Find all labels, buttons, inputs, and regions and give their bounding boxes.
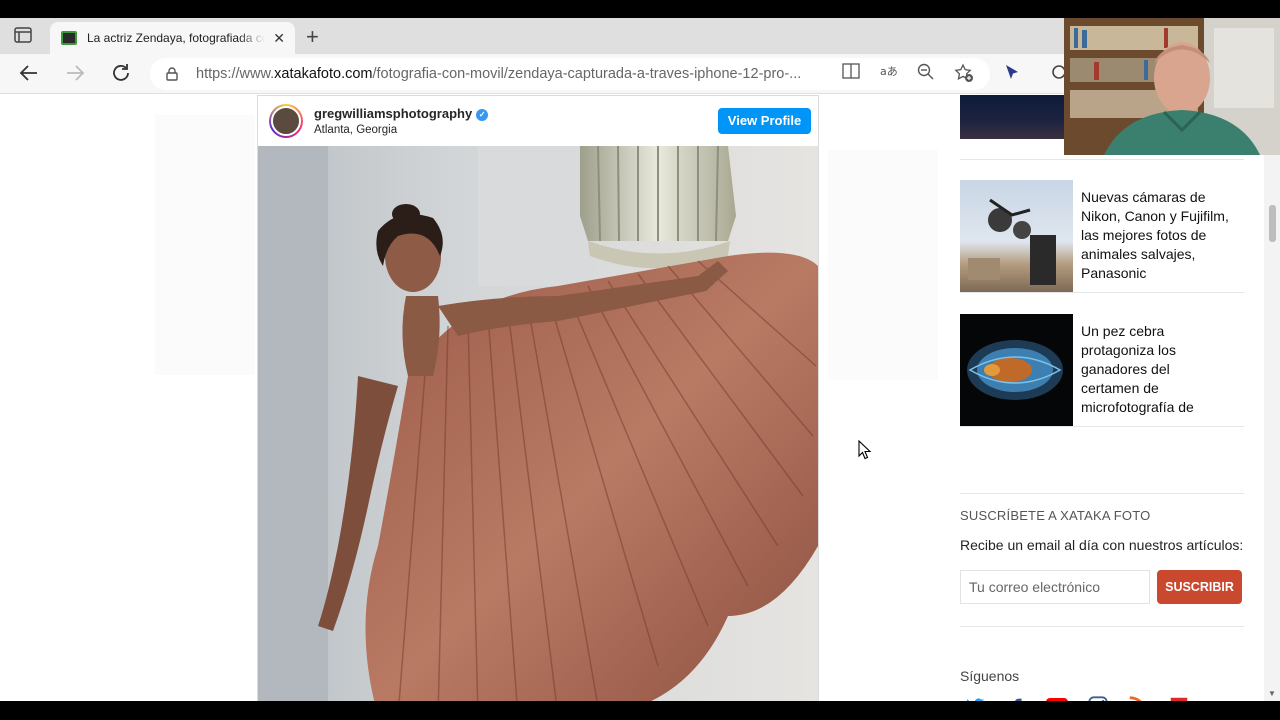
instagram-embed: gregwilliamsphotography ✓ Atlanta, Georgi… bbox=[257, 95, 819, 701]
back-icon[interactable] bbox=[17, 62, 41, 86]
tab-actions-icon[interactable] bbox=[14, 27, 36, 45]
reader-view-icon[interactable] bbox=[840, 63, 862, 85]
scroll-down-icon[interactable]: ▼ bbox=[1268, 689, 1276, 698]
add-favorite-icon[interactable] bbox=[953, 63, 975, 85]
tab-close-icon[interactable]: ✕ bbox=[273, 30, 285, 47]
instagram-header: gregwilliamsphotography ✓ Atlanta, Georgi… bbox=[258, 96, 818, 146]
subscribe-description: Recibe un email al día con nuestros artí… bbox=[960, 537, 1244, 553]
background-ad-area-right bbox=[828, 150, 938, 380]
mouse-cursor-icon bbox=[858, 439, 872, 460]
rss-icon[interactable] bbox=[1127, 695, 1149, 701]
view-profile-button[interactable]: View Profile bbox=[718, 108, 811, 134]
scroll-thumb[interactable] bbox=[1269, 205, 1276, 242]
youtube-icon[interactable] bbox=[1045, 695, 1069, 701]
extension-pointer-icon[interactable] bbox=[1001, 63, 1023, 85]
active-tab[interactable]: La actriz Zendaya, fotografiada con un i… bbox=[50, 22, 295, 54]
refresh-icon[interactable] bbox=[109, 62, 133, 86]
divider bbox=[960, 292, 1244, 293]
subscribe-button[interactable]: SUSCRIBIR bbox=[1157, 570, 1242, 604]
divider bbox=[960, 626, 1244, 627]
divider bbox=[960, 426, 1244, 427]
article-title[interactable]: Un pez cebra protagoniza los ganadores d… bbox=[1081, 322, 1231, 417]
translate-icon[interactable]: aあ bbox=[878, 63, 900, 85]
tab-title: La actriz Zendaya, fotografiada con un i… bbox=[87, 31, 265, 45]
subscribe-heading: SUSCRÍBETE A XATAKA FOTO bbox=[960, 508, 1151, 523]
zoom-out-icon[interactable] bbox=[915, 63, 937, 85]
divider bbox=[960, 493, 1244, 494]
instagram-photo[interactable] bbox=[258, 146, 818, 701]
verified-badge-icon: ✓ bbox=[476, 109, 489, 121]
divider bbox=[960, 159, 1244, 160]
background-ad-area bbox=[155, 115, 255, 375]
url-text[interactable]: https://www.xatakafoto.com/fotografia-co… bbox=[196, 66, 801, 82]
twitter-icon[interactable] bbox=[964, 695, 986, 701]
lock-icon[interactable] bbox=[166, 67, 178, 81]
email-input[interactable] bbox=[961, 571, 1149, 603]
flipboard-icon[interactable] bbox=[1168, 695, 1190, 701]
email-field[interactable] bbox=[960, 570, 1150, 604]
article-thumbnail[interactable] bbox=[960, 95, 1073, 139]
svg-text:aあ: aあ bbox=[880, 65, 898, 78]
new-tab-icon[interactable]: + bbox=[306, 24, 319, 50]
scrollbar[interactable]: ▲ ▼ bbox=[1264, 95, 1280, 701]
instagram-icon[interactable] bbox=[1087, 695, 1109, 701]
address-bar[interactable]: https://www.xatakafoto.com/fotografia-co… bbox=[150, 58, 990, 90]
facebook-icon[interactable] bbox=[1006, 695, 1028, 701]
article-thumbnail[interactable] bbox=[960, 180, 1073, 292]
web-page: gregwilliamsphotography ✓ Atlanta, Georgi… bbox=[0, 95, 1280, 701]
forward-icon[interactable] bbox=[63, 62, 87, 86]
follow-label: Síguenos bbox=[960, 668, 1020, 684]
article-title[interactable]: Nuevas cámaras de Nikon, Canon y Fujifil… bbox=[1081, 188, 1231, 283]
instagram-location[interactable]: Atlanta, Georgia bbox=[314, 124, 397, 136]
xataka-favicon-icon bbox=[61, 31, 77, 45]
webcam-overlay bbox=[1064, 18, 1280, 155]
article-thumbnail[interactable] bbox=[960, 314, 1073, 426]
browser-window: La actriz Zendaya, fotografiada con un i… bbox=[0, 18, 1280, 701]
instagram-username[interactable]: gregwilliamsphotography ✓ bbox=[314, 106, 489, 121]
avatar[interactable] bbox=[269, 104, 303, 138]
